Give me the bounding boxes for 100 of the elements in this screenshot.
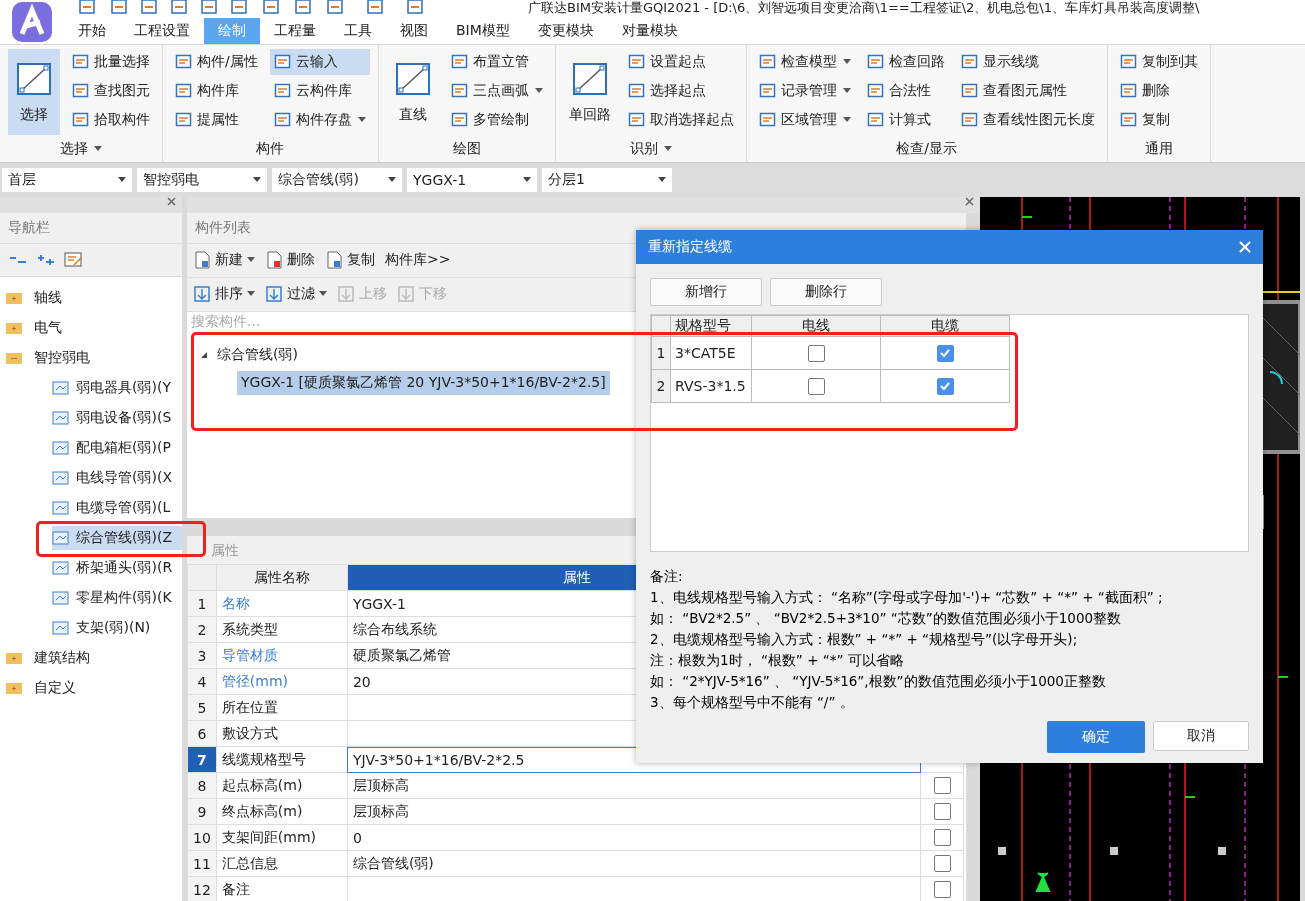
ribbon-tab[interactable]: 对量模块 (607, 18, 692, 44)
nav-item[interactable]: 桥架通头(弱)(R (52, 556, 182, 580)
ribbon-button[interactable]: 复制到其 (1115, 49, 1202, 75)
dropdown-field[interactable]: 综合管线(弱) (272, 168, 402, 192)
ribbon-button[interactable]: 多管绘制 (446, 107, 547, 133)
nav-item[interactable]: 综合管线(弱)(Z (52, 526, 182, 550)
table-cell[interactable]: RVS-3*1.5 (670, 369, 752, 403)
dropdown-field[interactable]: 智控弱电 (137, 168, 267, 192)
checkbox[interactable] (933, 881, 951, 899)
checkbox[interactable] (933, 855, 951, 873)
ribbon-button[interactable]: 区域管理 (754, 107, 855, 133)
app-logo[interactable] (10, 0, 54, 44)
ribbon-button[interactable]: 查看图元属性 (956, 78, 1099, 104)
ribbon-button[interactable]: 查看线性图元长度 (956, 107, 1099, 133)
nav-item[interactable]: 弱电器具(弱)(Y (52, 376, 182, 400)
dialog-button[interactable]: 删除行 (770, 278, 882, 306)
document-icon[interactable] (78, 0, 96, 14)
checkbox[interactable] (807, 377, 825, 395)
ribbon-tab[interactable]: 变更模块 (523, 18, 608, 44)
checkbox[interactable] (936, 377, 954, 395)
toolbar-button[interactable]: 删除 (265, 251, 315, 270)
dropdown-field[interactable]: 分层1 (542, 168, 672, 192)
property-value[interactable]: 层顶标高 (352, 802, 409, 819)
property-value[interactable]: 综合布线系统 (352, 620, 437, 637)
nav-item[interactable]: 电缆导管(弱)(L (52, 496, 182, 520)
document-icon[interactable] (200, 0, 218, 14)
checkbox[interactable] (936, 344, 954, 362)
nav-item[interactable]: 智控弱电 (34, 349, 90, 367)
ribbon-button[interactable]: 设置起点 (623, 49, 738, 75)
open-folder-icon[interactable] (6, 351, 22, 365)
ribbon-button[interactable]: 计算式 (862, 107, 949, 133)
checkbox[interactable] (933, 803, 951, 821)
ribbon-button[interactable]: 构件库 (171, 78, 262, 104)
property-value[interactable]: 硬质聚氯乙烯管 (352, 646, 451, 663)
ribbon-button[interactable]: 云构件库 (269, 78, 370, 104)
property-value[interactable]: 0 (352, 829, 362, 846)
ok-button[interactable]: 确定 (1047, 721, 1145, 753)
ribbon-button[interactable]: 提属性 (171, 107, 262, 133)
toolbar-button[interactable]: 复制 (325, 251, 375, 270)
cancel-button[interactable]: 取消 (1153, 721, 1249, 751)
nav-item[interactable]: 电气 (34, 319, 62, 337)
ribbon-button[interactable]: 合法性 (862, 78, 949, 104)
ribbon-large-button[interactable]: 单回路 (563, 49, 616, 135)
ribbon-button[interactable]: 构件存盘 (269, 107, 370, 133)
expand-all-icon[interactable] (36, 253, 56, 267)
edit-icon[interactable] (64, 252, 84, 268)
ribbon-large-button[interactable]: 直线 (386, 49, 439, 135)
property-value[interactable]: YJV-3*50+1*16/BV-2*2.5 (352, 751, 525, 768)
tree-item[interactable]: 综合管线(弱) (217, 345, 298, 364)
nav-item[interactable]: 零星构件(弱)(K (52, 586, 182, 610)
ribbon-tab[interactable]: 开始 (64, 18, 120, 44)
close-icon[interactable] (167, 197, 176, 206)
document-icon[interactable] (170, 0, 188, 14)
toolbar-button[interactable]: 过滤 (265, 285, 327, 304)
checkbox[interactable] (933, 777, 951, 795)
ribbon-button[interactable]: 记录管理 (754, 78, 855, 104)
tree-item[interactable]: YGGX-1 [硬质聚氯乙烯管 20 YJV-3*50+1*16/BV-2*2.5] (237, 370, 610, 395)
property-value[interactable]: 层顶标高 (352, 776, 409, 793)
ribbon-button[interactable]: 取消选择起点 (623, 107, 738, 133)
checkbox[interactable] (933, 829, 951, 847)
ribbon-large-button[interactable]: 选择 (8, 49, 60, 135)
ribbon-tab[interactable]: 工具 (330, 18, 386, 44)
ribbon-button[interactable]: 删除 (1115, 78, 1202, 104)
nav-item[interactable]: 弱电设备(弱)(S (52, 406, 182, 430)
ribbon-button[interactable]: 选择起点 (623, 78, 738, 104)
toolbar-button[interactable]: 排序 (193, 285, 255, 304)
property-value[interactable]: YGGX-1 (352, 595, 406, 612)
nav-item[interactable]: 轴线 (34, 289, 62, 307)
document-icon[interactable] (262, 0, 280, 14)
ribbon-button[interactable]: 查找图元 (68, 78, 154, 104)
ribbon-button[interactable]: 三点画弧 (446, 78, 547, 104)
close-icon[interactable] (965, 197, 974, 206)
ribbon-button[interactable]: 显示线缆 (956, 49, 1099, 75)
nav-item[interactable]: 配电箱柜(弱)(P (52, 436, 182, 460)
table-cell[interactable]: 3*CAT5E (670, 336, 752, 370)
dialog-button[interactable]: 新增行 (650, 278, 762, 306)
dropdown-field[interactable]: YGGX-1 (407, 168, 537, 192)
ribbon-button[interactable]: 云输入 (269, 49, 370, 75)
ribbon-tab[interactable]: 工程量 (260, 18, 330, 44)
dropdown-field[interactable]: 首层 (2, 168, 132, 192)
ribbon-button[interactable]: 检查回路 (862, 49, 949, 75)
ribbon-button[interactable]: 构件/属性 (171, 49, 262, 75)
checkbox[interactable] (807, 344, 825, 362)
property-value[interactable]: 综合管线(弱) (352, 854, 434, 871)
library-link[interactable]: 构件库>> (385, 251, 451, 270)
nav-item[interactable]: 建筑结构 (34, 649, 90, 667)
toolbar-button[interactable]: 新建 (193, 251, 255, 270)
property-value[interactable]: 20 (352, 673, 371, 690)
ribbon-button[interactable]: 布置立管 (446, 49, 547, 75)
nav-item[interactable]: 支架(弱)(N) (52, 616, 182, 640)
ribbon-button[interactable]: 复制 (1115, 107, 1202, 133)
nav-item[interactable]: 电线导管(弱)(X (52, 466, 182, 490)
ribbon-tab[interactable]: BIM模型 (442, 18, 524, 44)
ribbon-button[interactable]: 批量选择 (68, 49, 154, 75)
document-icon[interactable] (230, 0, 248, 14)
ribbon-button[interactable]: 拾取构件 (68, 107, 154, 133)
ribbon-tab[interactable]: 视图 (386, 18, 442, 44)
ribbon-tab[interactable]: 工程设置 (120, 18, 204, 44)
ribbon-button[interactable]: 检查模型 (754, 49, 855, 75)
nav-item[interactable]: 自定义 (34, 679, 76, 697)
